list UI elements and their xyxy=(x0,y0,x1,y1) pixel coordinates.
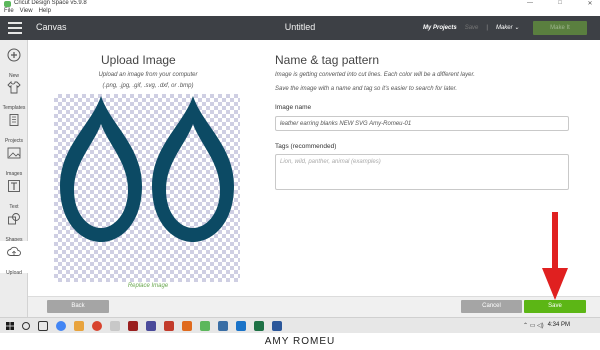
maximize-icon[interactable]: □ xyxy=(554,0,566,7)
shapes-icon xyxy=(8,213,20,225)
machine-select[interactable]: Maker ⌄ xyxy=(496,24,519,31)
menu-help[interactable]: Help xyxy=(39,8,51,16)
system-tray-icons[interactable]: ⌃ ▭ ◁) xyxy=(523,322,544,329)
excel-icon[interactable] xyxy=(254,321,264,331)
minimize-icon[interactable]: — xyxy=(524,0,536,7)
watermark-caption: AMY ROMEU xyxy=(0,333,600,350)
my-projects-link[interactable]: My Projects xyxy=(423,25,457,31)
machine-label: Maker xyxy=(495,25,513,31)
save-link[interactable]: Save xyxy=(465,25,479,31)
save-note: Save the image with a name and tag so it… xyxy=(275,86,458,92)
app-icon[interactable] xyxy=(110,321,120,331)
red-arrow-icon xyxy=(542,212,568,300)
acrobat-icon[interactable] xyxy=(164,321,174,331)
header-separator: | xyxy=(486,24,488,31)
image-preview xyxy=(60,96,234,242)
bottom-action-bar: Back Cancel Save xyxy=(28,296,600,317)
chrome-icon[interactable] xyxy=(56,321,66,331)
upload-subtitle: Upload an image from your computer xyxy=(98,72,198,78)
close-icon[interactable]: ✕ xyxy=(584,0,596,7)
search-icon[interactable] xyxy=(22,322,30,330)
toolbar-item-images[interactable]: Images xyxy=(0,142,28,177)
image-name-input[interactable]: leather earring blanks NEW SVG Amy-Romeu… xyxy=(275,116,569,131)
replace-image-link[interactable]: Replace Image xyxy=(28,283,268,289)
app-icon[interactable] xyxy=(218,321,228,331)
toolbar-item-templates[interactable]: Templates xyxy=(0,76,28,111)
tags-label: Tags (recommended) xyxy=(275,143,337,150)
tags-input[interactable]: Lion, wild, panther, animal (examples) xyxy=(275,154,569,190)
windows-start-icon[interactable] xyxy=(6,322,14,330)
menu-view[interactable]: View xyxy=(20,8,33,16)
cricut-icon[interactable] xyxy=(200,321,210,331)
conversion-note: Image is getting converted into cut line… xyxy=(275,72,475,78)
upload-file-types: (.png, .jpg, .gif, .svg, .dxf, or .bmp) xyxy=(102,83,194,89)
taskbar-clock: 4:34 PM xyxy=(547,322,570,328)
left-toolbar: New Templates Projects Images Text Shape… xyxy=(0,40,28,317)
browser-icon[interactable] xyxy=(92,321,102,331)
chevron-down-icon: ⌄ xyxy=(514,25,520,31)
back-button[interactable]: Back xyxy=(47,300,109,313)
premiere-icon[interactable] xyxy=(146,321,156,331)
upload-panel: Upload Image Upload an image from your c… xyxy=(28,40,600,317)
make-it-button[interactable]: Make It xyxy=(533,21,587,35)
adobe-icon[interactable] xyxy=(128,321,138,331)
window-title: Cricut Design Space v5.9.8 xyxy=(14,0,87,6)
images-icon xyxy=(7,147,21,159)
word-icon[interactable] xyxy=(272,321,282,331)
teardrop-left-shape xyxy=(60,96,142,242)
menu-bar: File View Help xyxy=(0,8,600,16)
image-name-label: Image name xyxy=(275,104,312,111)
upload-icon xyxy=(7,246,21,256)
illustrator-icon[interactable] xyxy=(182,321,192,331)
mail-icon[interactable] xyxy=(236,321,246,331)
shirt-icon xyxy=(7,80,21,94)
window-titlebar: Cricut Design Space v5.9.8 — □ ✕ xyxy=(0,0,600,8)
window-controls: — □ ✕ xyxy=(524,0,596,7)
name-tag-title: Name & tag pattern xyxy=(275,53,380,67)
app-window: Cricut Design Space v5.9.8 — □ ✕ File Vi… xyxy=(0,0,600,350)
toolbar-item-projects[interactable]: Projects xyxy=(0,109,28,144)
file-explorer-icon[interactable] xyxy=(74,321,84,331)
toolbar-item-shapes[interactable]: Shapes xyxy=(0,208,28,243)
toolbar-label: Upload xyxy=(6,270,22,276)
task-view-icon[interactable] xyxy=(38,321,48,331)
projects-icon xyxy=(9,114,19,126)
windows-taskbar: ⌃ ▭ ◁) 4:34 PM xyxy=(0,317,600,333)
toolbar-item-text[interactable]: Text xyxy=(0,175,28,210)
text-icon xyxy=(8,180,20,192)
menu-file[interactable]: File xyxy=(4,8,14,16)
app-header: Canvas Untitled My Projects Save | Maker… xyxy=(0,16,600,40)
toolbar-item-upload[interactable]: Upload xyxy=(0,241,28,276)
upload-image-title: Upload Image xyxy=(101,53,176,67)
plus-icon xyxy=(7,48,21,62)
header-links: My Projects Save | Maker ⌄ xyxy=(423,24,519,32)
teardrop-right-shape xyxy=(152,96,234,242)
toolbar-item-new[interactable]: New xyxy=(0,44,28,79)
cricut-logo-icon xyxy=(4,1,11,7)
cancel-button[interactable]: Cancel xyxy=(461,300,522,313)
